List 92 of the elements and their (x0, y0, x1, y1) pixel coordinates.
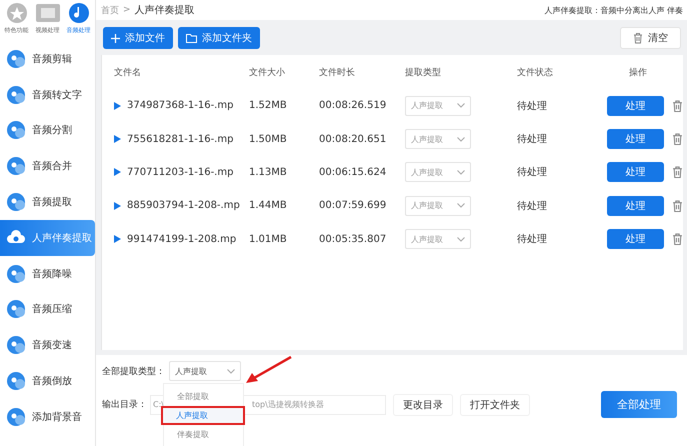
column-header: 文件时长 (319, 66, 356, 78)
breadcrumb-separator: > (123, 5, 131, 15)
trash-icon[interactable] (672, 232, 683, 246)
process-button[interactable]: 处理 (607, 129, 664, 150)
table-cell-text: 00:07:59.699 (319, 200, 388, 212)
chevron-down-icon (457, 103, 465, 108)
dropdown-option[interactable]: 人声提取 (161, 406, 245, 425)
file-name: 374987368-1-16-.mp (127, 100, 234, 112)
chevron-down-icon (457, 170, 465, 175)
add-folder-button[interactable]: 添加文件夹 (178, 27, 260, 49)
audio-icon (6, 156, 26, 176)
audio-icon (6, 406, 26, 427)
table-cell-text: 1.01MB (249, 234, 288, 245)
audio-icon (6, 299, 26, 320)
play-icon (114, 135, 121, 144)
chevron-down-icon (457, 203, 465, 208)
type-select[interactable]: 人声提取 (405, 96, 471, 116)
sidebar-item[interactable]: 音频压缩 (0, 292, 95, 328)
play-icon (114, 168, 121, 176)
process-button[interactable]: 处理 (607, 96, 664, 116)
play-icon (114, 102, 121, 110)
file-name: 755618281-1-16-.mp (127, 134, 234, 145)
column-header: 操作 (628, 66, 647, 78)
trash-icon[interactable] (672, 198, 683, 213)
column-header: 提取类型 (405, 66, 442, 78)
sidebar-item[interactable]: 音频倒放 (0, 363, 95, 399)
play-icon (114, 202, 121, 210)
type-select[interactable]: 人声提取 (405, 229, 471, 250)
type-select[interactable]: 人声提取 (405, 129, 471, 150)
open-folder-button[interactable]: 打开文件夹 (460, 394, 530, 416)
trash-icon (633, 32, 643, 44)
sidebar-item[interactable]: 音频提取 (0, 184, 95, 220)
audio-icon (6, 192, 26, 212)
change-directory-button[interactable]: 更改目录 (393, 394, 453, 416)
column-header: 文件名 (113, 66, 142, 78)
trash-icon[interactable] (672, 132, 683, 146)
process-button[interactable]: 处理 (607, 196, 664, 216)
plus-icon (111, 34, 120, 42)
folder-icon (186, 34, 197, 42)
table-cell-text: 1.52MB (249, 100, 288, 112)
table-cell-text: 00:08:20.651 (319, 134, 388, 145)
table-cell-text: 待处理 (516, 100, 548, 113)
description-text: 人声伴奏提取：音频中分离出人声 伴奏 (544, 4, 683, 16)
sidebar-item[interactable]: 音频分割 (0, 112, 95, 148)
file-name: 991474199-1-208.mp (127, 234, 236, 245)
trash-icon[interactable] (672, 98, 683, 113)
arrow (244, 355, 294, 385)
table-cell-text: 待处理 (516, 166, 548, 180)
chevron-down-icon (457, 136, 465, 142)
table-cell-text: 00:06:15.624 (319, 166, 388, 178)
add-file-button[interactable]: 添加文件 (103, 27, 173, 49)
table-cell-text: 1.13MB (249, 166, 288, 178)
table-cell-text: 待处理 (516, 132, 548, 146)
table-cell-text: 00:05:35.807 (319, 234, 388, 245)
process-all-button[interactable]: 全部处理 (601, 391, 677, 418)
sidebar-item[interactable]: 音频降噪 (0, 256, 95, 292)
play-icon (114, 235, 121, 244)
process-button[interactable]: 处理 (607, 229, 664, 250)
type-select[interactable]: 人声提取 (405, 162, 471, 182)
type-select[interactable]: 人声提取 (405, 196, 471, 216)
audio-icon (6, 84, 26, 105)
file-name: 885903794-1-208-.mp (127, 200, 240, 212)
sidebar-item[interactable]: 音频剪辑 (0, 41, 95, 77)
audio-icon (6, 371, 26, 392)
table-cell-text: 00:08:26.519 (319, 100, 388, 112)
process-button[interactable]: 处理 (607, 162, 664, 182)
chevron-down-icon (457, 236, 465, 242)
column-header: 文件状态 (516, 66, 554, 78)
sidebar-item[interactable]: 音频变速 (0, 327, 95, 364)
clear-button[interactable]: 清空 (620, 27, 681, 49)
file-name: 770711203-1-16-.mp (127, 166, 234, 178)
audio-icon (6, 48, 26, 69)
trash-icon[interactable] (672, 165, 683, 180)
sidebar-item[interactable]: 人声伴奏提取 (0, 220, 95, 256)
sidebar-item[interactable]: 添加背景音 (0, 398, 95, 435)
sidebar-item[interactable]: 音频转文字 (0, 76, 95, 113)
type-label: 全部提取类型： (102, 366, 165, 378)
audio-icon (6, 264, 26, 284)
table-cell-text: 1.44MB (249, 200, 288, 212)
breadcrumb-current: 人声伴奏提取 (134, 4, 195, 17)
output-label: 输出目录： (102, 398, 146, 411)
column-header: 文件大小 (249, 66, 286, 78)
dropdown-option[interactable]: 伴奏提取 (164, 425, 243, 444)
type-select[interactable]: 人声提取 (169, 361, 241, 381)
chevron-down-icon (227, 368, 235, 374)
table-cell-text: 1.50MB (249, 134, 288, 145)
audio-icon (6, 120, 26, 140)
audio-icon (6, 335, 26, 356)
table-cell-text: 待处理 (516, 200, 548, 213)
breadcrumb-link[interactable]: 首页 (101, 4, 119, 16)
table-cell-text: 待处理 (516, 232, 548, 246)
sidebar-item[interactable]: 音频合并 (0, 148, 95, 184)
